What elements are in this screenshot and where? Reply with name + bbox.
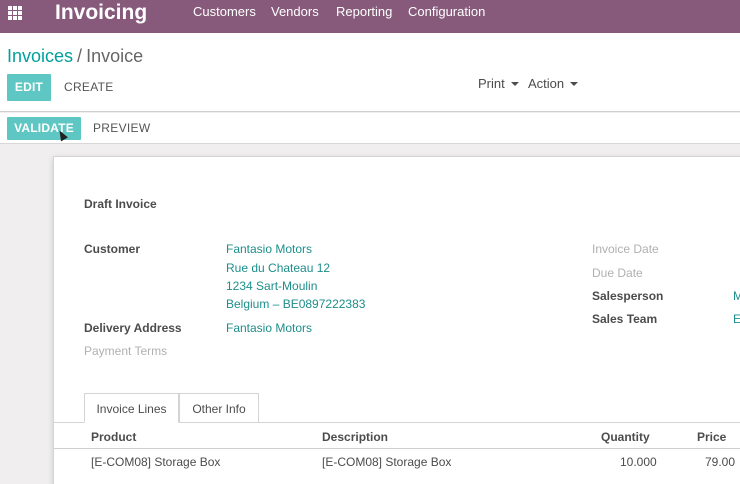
print-dropdown[interactable]: Print <box>478 76 519 91</box>
col-product: Product <box>91 430 137 444</box>
customer-country-vat[interactable]: Belgium – BE0897222383 <box>226 297 365 311</box>
col-quantity: Quantity <box>601 430 650 444</box>
invoice-date-label: Invoice Date <box>592 242 659 256</box>
breadcrumb-separator: / <box>77 46 83 66</box>
payment-terms-label: Payment Terms <box>84 344 168 358</box>
apps-grid-icon[interactable] <box>8 6 22 20</box>
sales-team-label: Sales Team <box>592 312 658 326</box>
delivery-address-label: Delivery Address <box>84 321 182 335</box>
validate-button[interactable]: VALIDATE <box>7 117 81 140</box>
tab-other-info[interactable]: Other Info <box>179 393 259 423</box>
create-button[interactable]: CREATE <box>64 80 114 94</box>
cell-quantity: 10.000 <box>620 455 657 469</box>
invoice-status-title: Draft Invoice <box>84 197 157 211</box>
salesperson-label: Salesperson <box>592 289 664 303</box>
action-dropdown[interactable]: Action <box>528 76 579 91</box>
col-description: Description <box>322 430 389 444</box>
cell-product: [E-COM08] Storage Box <box>91 455 221 469</box>
status-bar: VALIDATE PREVIEW <box>0 113 740 144</box>
caret-down-icon <box>570 81 579 86</box>
invoice-form-sheet: Draft Invoice Customer Fantasio Motors R… <box>53 156 740 484</box>
preview-button[interactable]: PREVIEW <box>93 121 150 135</box>
print-label: Print <box>478 76 505 91</box>
menu-reporting[interactable]: Reporting <box>336 0 392 26</box>
lines-table-header: Product Description Quantity Price <box>54 423 740 449</box>
col-price: Price <box>697 430 727 444</box>
cell-price: 79.00 <box>705 455 736 469</box>
menu-customers[interactable]: Customers <box>193 0 256 26</box>
delivery-address-link[interactable]: Fantasio Motors <box>226 321 312 335</box>
app-title[interactable]: Invoicing <box>55 0 147 33</box>
customer-label: Customer <box>84 242 141 256</box>
menu-configuration[interactable]: Configuration <box>408 0 485 26</box>
breadcrumb-current: Invoice <box>86 46 144 66</box>
tab-invoice-lines[interactable]: Invoice Lines <box>84 393 179 423</box>
cell-description: [E-COM08] Storage Box <box>322 455 452 469</box>
menu-vendors[interactable]: Vendors <box>271 0 319 26</box>
table-row[interactable]: [E-COM08] Storage Box [E-COM08] Storage … <box>54 450 740 476</box>
top-navbar: Invoicing Customers Vendors Reporting Co… <box>0 0 740 33</box>
action-label: Action <box>528 76 565 91</box>
customer-name-link[interactable]: Fantasio Motors <box>226 242 312 256</box>
control-panel: Invoices / Invoice EDIT CREATE Print Actio… <box>0 33 740 112</box>
breadcrumb-invoices[interactable]: Invoices <box>7 46 73 66</box>
customer-street[interactable]: Rue du Chateau 12 <box>226 261 330 275</box>
due-date-label: Due Date <box>592 266 643 280</box>
caret-down-icon <box>510 81 519 86</box>
breadcrumb: Invoices / Invoice <box>7 46 143 67</box>
customer-city[interactable]: 1234 Sart-Moulin <box>226 279 317 293</box>
sales-team-value[interactable]: E <box>733 312 740 326</box>
edit-button[interactable]: EDIT <box>7 74 51 101</box>
salesperson-value[interactable]: M <box>733 289 740 303</box>
